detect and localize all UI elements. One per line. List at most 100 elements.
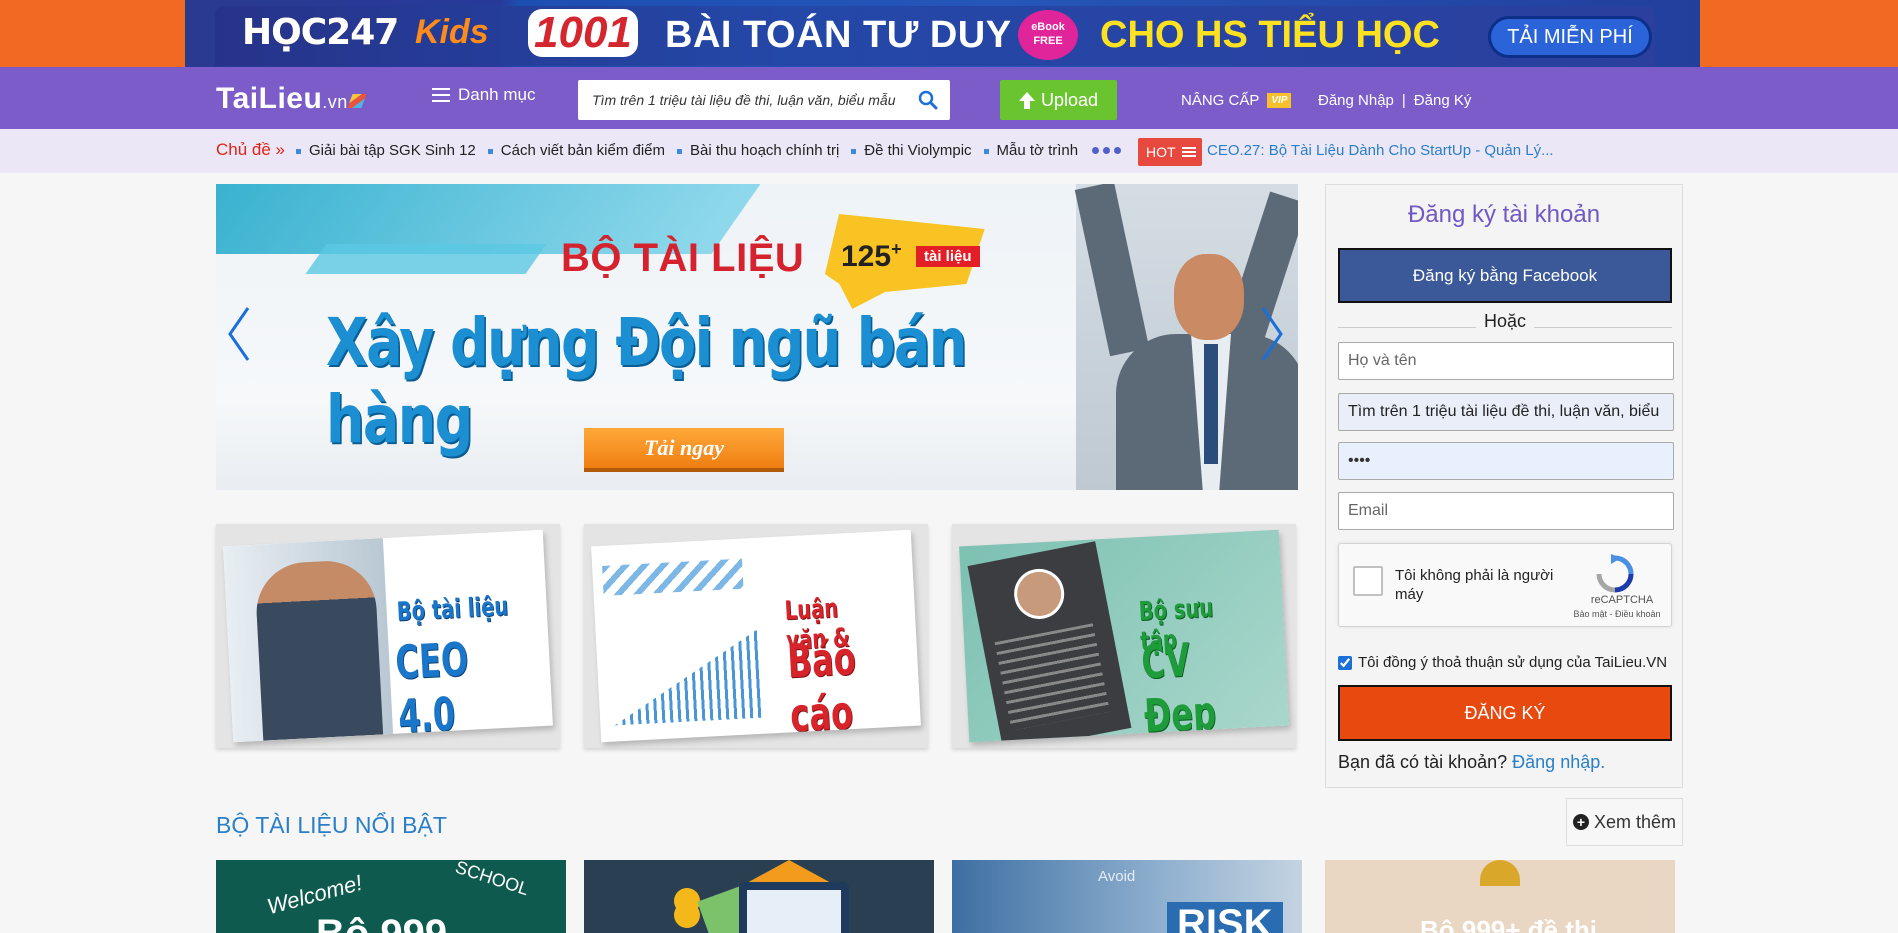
hamburger-icon <box>432 88 450 102</box>
tablet-icon <box>739 882 849 933</box>
card-chart-image <box>610 628 765 726</box>
logo-suffix: .vn <box>322 92 348 112</box>
category-menu-label: Danh mục <box>458 85 536 104</box>
promo-download-button[interactable]: TẢI MIỄN PHÍ <box>1488 16 1652 58</box>
hero-badge-number: 125+ <box>841 239 902 273</box>
see-more-label: Xem thêm <box>1593 811 1677 832</box>
password-field[interactable] <box>1338 442 1674 480</box>
logo-mark-icon <box>347 94 367 108</box>
auth-links: Đăng Nhập | Đăng Ký <box>1318 92 1471 109</box>
slider-next-icon[interactable] <box>1259 306 1285 362</box>
register-title: Đăng ký tài khoản <box>1407 201 1601 228</box>
hero-photo-head <box>1174 254 1244 340</box>
topic-item[interactable]: Bài thu hoạch chính trị <box>677 142 839 159</box>
lamp-icon <box>1480 860 1520 886</box>
slider-prev-icon[interactable] <box>226 306 252 362</box>
upload-label: Upload <box>1040 89 1099 110</box>
card-cv-image <box>967 541 1132 743</box>
topic-bar: Chủ đề » Giải bài tập SGK Sinh 12 Cách v… <box>0 129 1898 173</box>
upload-arrow-icon <box>1018 91 1035 109</box>
upload-button[interactable]: Upload <box>1000 80 1117 120</box>
card-line-2: CEO 4.0 <box>393 631 470 743</box>
category-menu-button[interactable]: Danh mục <box>432 85 535 105</box>
topic-item[interactable]: Cách viết bản kiểm điểm <box>488 142 665 159</box>
topic-item[interactable]: Đề thi Violympic <box>851 142 971 159</box>
thumb-title: RISK <box>1167 902 1283 933</box>
search-icon[interactable] <box>918 90 938 110</box>
thumb-title: Bộ 999+ đề thi <box>1420 915 1597 933</box>
card-line-2: Báo cáo <box>785 630 858 743</box>
card-ceo[interactable]: Bộ tài liệu CEO 4.0 <box>216 524 560 748</box>
register-submit-button[interactable]: ĐĂNG KÝ <box>1338 685 1672 741</box>
fullname-field[interactable] <box>1338 342 1674 380</box>
card-line-1: Bộ tài liệu <box>395 591 509 628</box>
captcha-checkbox[interactable] <box>1353 566 1383 596</box>
see-more-button[interactable]: + Xem thêm <box>1566 798 1683 846</box>
featured-thumb[interactable]: Avoid RISK <box>952 860 1302 933</box>
topic-item[interactable]: Giải bài tập SGK Sinh 12 <box>296 142 476 159</box>
featured-thumb[interactable]: Welcome! SCHOOL Bộ 999 <box>216 860 566 933</box>
topic-list: Giải bài tập SGK Sinh 12 Cách viết bản k… <box>296 142 1078 159</box>
card-person-image <box>254 558 384 741</box>
hero-cta-button[interactable]: Tải ngay <box>584 428 784 468</box>
search-input[interactable] <box>578 80 898 120</box>
card-decor <box>602 558 744 596</box>
hot-document-link[interactable]: CEO.27: Bộ Tài Liệu Dành Cho StartUp - Q… <box>1207 142 1554 159</box>
facebook-register-button[interactable]: Đăng ký bằng Facebook <box>1338 248 1672 303</box>
hero-heading: BỘ TÀI LIỆU <box>561 236 805 280</box>
auth-separator: | <box>1401 92 1406 109</box>
promo-title-2: CHO HS TIỂU HỌC <box>1100 14 1440 56</box>
upgrade-link[interactable]: NÂNG CẤP VIP <box>1181 92 1292 109</box>
or-divider: Hoặc <box>1338 311 1672 332</box>
more-topics-icon[interactable] <box>1092 147 1121 154</box>
promo-number: 1001 <box>528 9 638 57</box>
thumb-decor-text: SCHOOL <box>452 860 532 900</box>
hero-slider[interactable]: BỘ TÀI LIỆU 125+ tài liệu Xây dựng Đội n… <box>216 184 1298 490</box>
or-label: Hoặc <box>1475 311 1535 331</box>
topics-label[interactable]: Chủ đề » <box>216 140 285 160</box>
ebook-free-badge: eBook FREE <box>1018 10 1078 60</box>
promo-title-1: BÀI TOÁN TƯ DUY <box>665 14 1012 56</box>
card-line-2: CV Đẹp <box>1139 632 1218 743</box>
card-image: Bộ tài liệu CEO 4.0 <box>223 529 553 743</box>
card-thesis[interactable]: Luận văn & Báo cáo <box>584 524 928 748</box>
recaptcha-widget: Tôi không phải là người máy reCAPTCHA Bả… <box>1338 543 1672 627</box>
promo-brand-kids: Kids <box>415 13 489 51</box>
email-field[interactable] <box>1338 492 1674 530</box>
captcha-text: Tôi không phải là người máy <box>1395 567 1554 603</box>
agree-terms[interactable]: Tôi đồng ý thoả thuận sử dụng của TaiLie… <box>1338 654 1667 671</box>
login-link[interactable]: Đăng Nhập <box>1318 92 1394 109</box>
promo-brand-hoc247: HỌC247 <box>242 12 399 53</box>
search-box <box>578 80 950 120</box>
card-cv[interactable]: Bộ sưu tập CV Đẹp <box>952 524 1296 748</box>
upgrade-label: NÂNG CẤP <box>1181 92 1260 109</box>
logo-text: TaiLieu <box>216 82 323 115</box>
thumb-title: Bộ 999 <box>316 912 447 933</box>
login-link-bottom[interactable]: Đăng nhập. <box>1512 752 1605 772</box>
have-account-text: Bạn đã có tài khoản? Đăng nhập. <box>1338 752 1606 772</box>
recaptcha-icon <box>1596 554 1634 593</box>
vip-badge: VIP <box>1267 93 1292 108</box>
captcha-brand: reCAPTCHA <box>1590 594 1654 606</box>
hot-label: HOT <box>1146 144 1176 160</box>
main-nav: TaiLieu.vn Danh mục Upload NÂNG CẤP VIP … <box>0 67 1898 129</box>
hero-decor-stripe <box>305 244 547 274</box>
hero-photo-tie <box>1204 344 1218 464</box>
agree-checkbox[interactable] <box>1338 655 1352 670</box>
hero-badge-tag: tài liệu <box>916 246 980 267</box>
agree-text: Tôi đồng ý thoả thuận sử dụng của TaiLie… <box>1358 654 1668 671</box>
register-link[interactable]: Đăng Ký <box>1414 92 1472 109</box>
thumb-decor-text: Avoid <box>1098 868 1136 885</box>
card-image: Luận văn & Báo cáo <box>591 529 921 743</box>
featured-thumb[interactable]: Bộ 999+ đề thi <box>1325 860 1675 933</box>
captcha-privacy-link[interactable]: Bảo mật - Điều khoản <box>1565 609 1669 619</box>
hot-badge[interactable]: HOT <box>1138 138 1202 166</box>
featured-title: BỘ TÀI LIỆU NỔI BẬT <box>216 812 447 838</box>
topic-item[interactable]: Mẫu tờ trình <box>984 142 1079 159</box>
promo-banner[interactable]: HỌC247 Kids 1001 BÀI TOÁN TƯ DUY eBook F… <box>0 0 1898 67</box>
featured-thumb[interactable] <box>584 860 934 933</box>
register-panel: Đăng ký tài khoản Đăng ký bằng Facebook … <box>1325 184 1683 788</box>
site-logo[interactable]: TaiLieu.vn <box>216 82 367 116</box>
plus-circle-icon: + <box>1572 814 1589 830</box>
username-field[interactable] <box>1338 393 1674 431</box>
